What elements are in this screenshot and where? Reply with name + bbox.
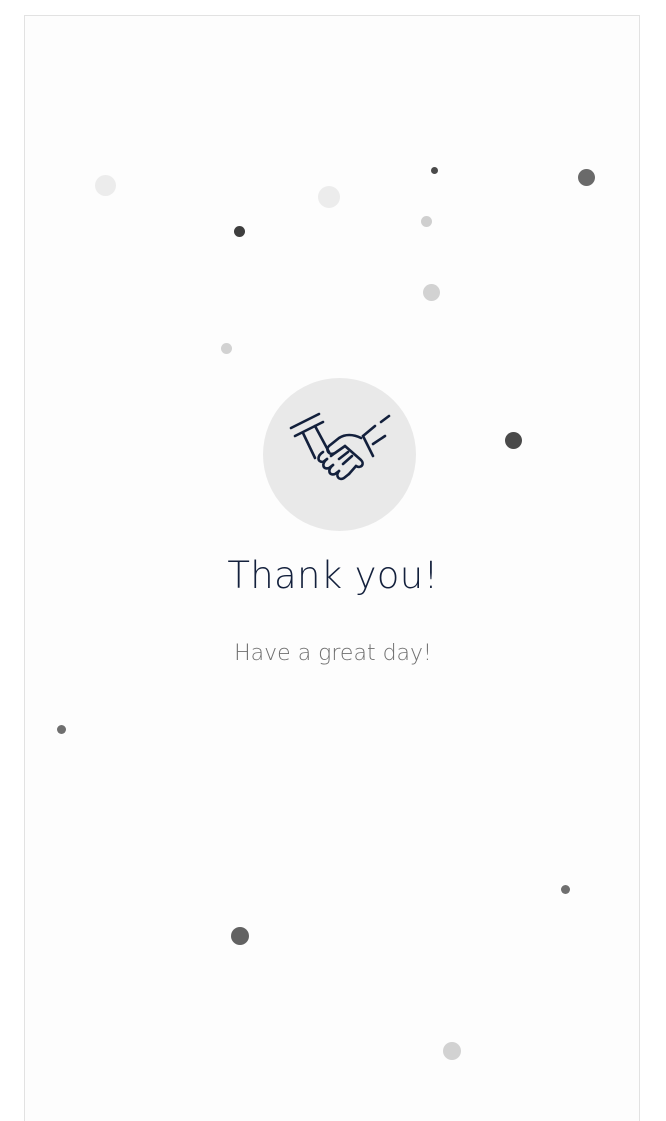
confetti-dot [578,169,595,186]
confetti-dot [57,725,66,734]
confetti-dot [95,175,116,196]
confetti-dot [431,167,438,174]
confetti-dot [421,216,432,227]
page-subtitle: Have a great day! [234,641,432,666]
page-title: Thank you! [227,554,439,597]
confetti-dot [234,226,245,237]
confetti-dot [231,927,249,945]
handshake-icon [289,412,391,481]
confetti-dot [318,186,340,208]
handshake-badge [263,378,416,531]
thank-you-screen: Thank you! Have a great day! [0,0,666,1121]
confetti-dot [505,432,522,449]
confetti-dot [561,885,570,894]
confetti-dot [443,1042,461,1060]
confetti-dot [423,284,440,301]
confetti-dot [221,343,232,354]
